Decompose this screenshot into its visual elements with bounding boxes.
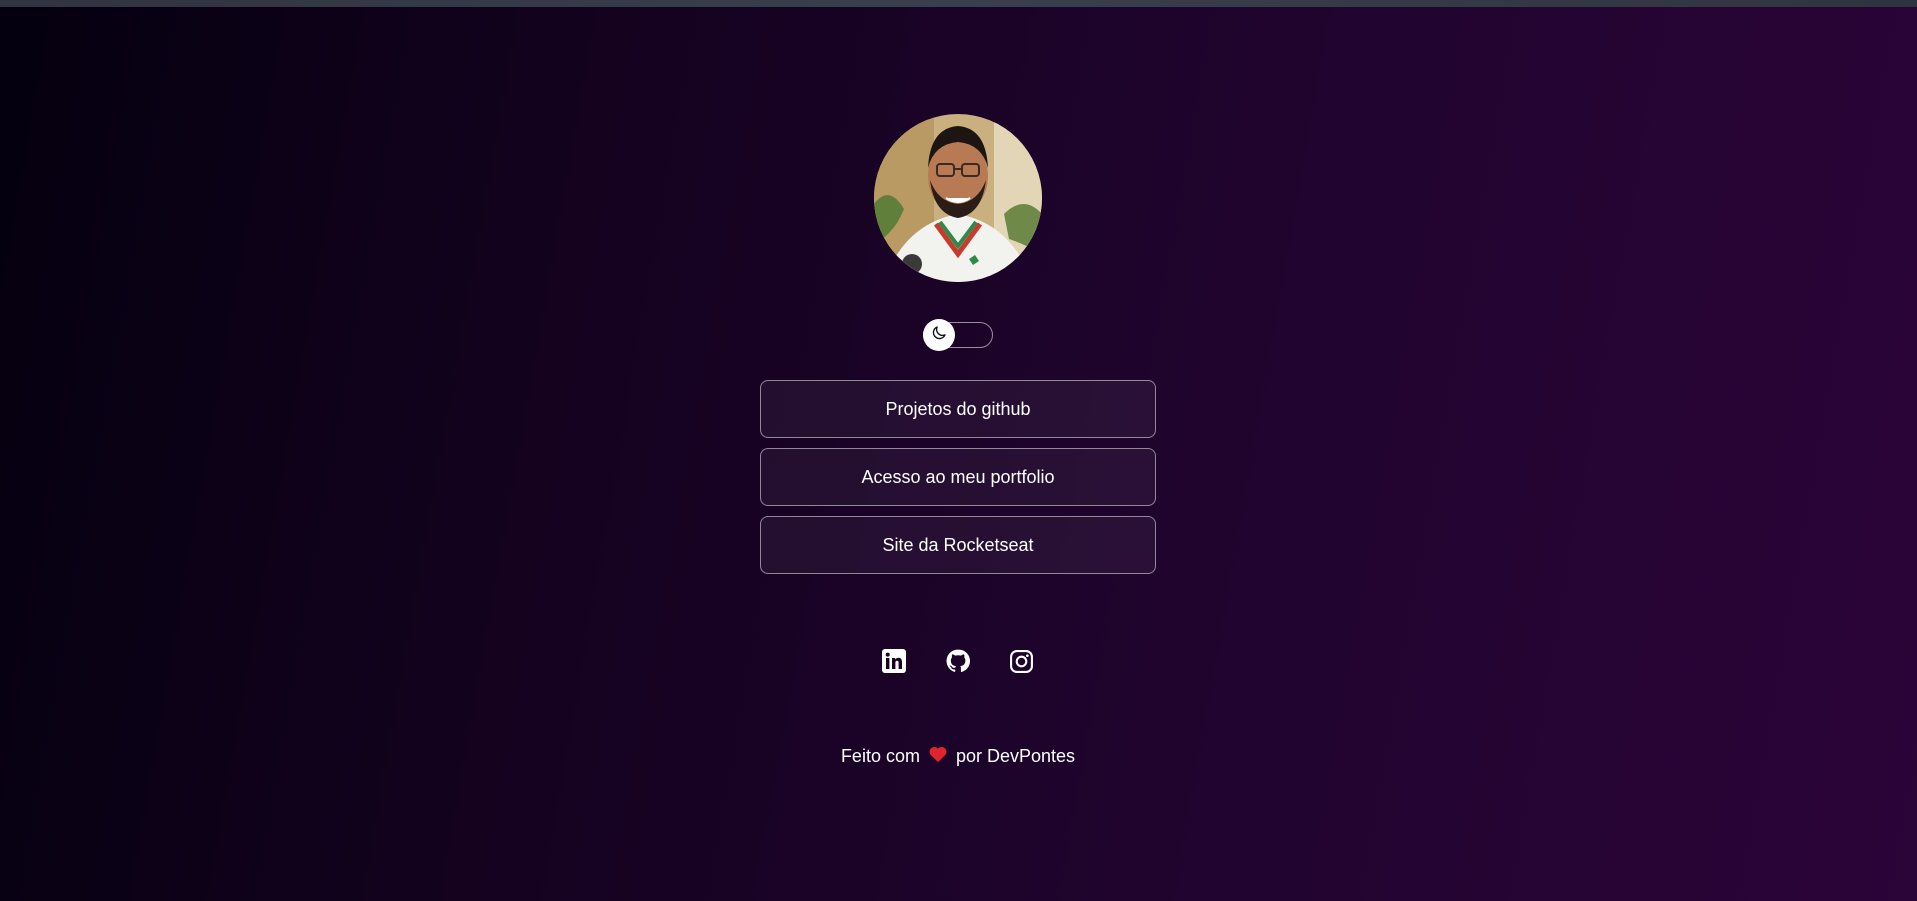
rocketseat-site-button[interactable]: Site da Rocketseat <box>760 516 1156 574</box>
links-list: Projetos do github Acesso ao meu portfol… <box>760 380 1156 584</box>
github-projects-button[interactable]: Projetos do github <box>760 380 1156 438</box>
link-label: Site da Rocketseat <box>882 534 1034 555</box>
instagram-icon[interactable] <box>1005 645 1037 677</box>
profile-avatar <box>874 114 1042 282</box>
browser-top-strip <box>0 0 1917 7</box>
link-label: Acesso ao meu portfolio <box>861 466 1055 487</box>
switch-knob[interactable] <box>923 319 955 351</box>
heart-icon <box>928 745 948 768</box>
footer-credit: Feito com por DevPontes <box>758 745 1158 768</box>
social-links <box>878 645 1038 677</box>
theme-toggle-switch[interactable] <box>923 319 995 351</box>
linkedin-icon[interactable] <box>878 645 910 677</box>
moon-icon <box>930 324 948 347</box>
portfolio-button[interactable]: Acesso ao meu portfolio <box>760 448 1156 506</box>
github-icon[interactable] <box>942 645 974 677</box>
footer-prefix: Feito com <box>840 746 920 766</box>
profile-photo <box>874 114 1042 282</box>
footer-suffix: por DevPontes <box>955 746 1076 766</box>
link-label: Projetos do github <box>885 398 1031 419</box>
